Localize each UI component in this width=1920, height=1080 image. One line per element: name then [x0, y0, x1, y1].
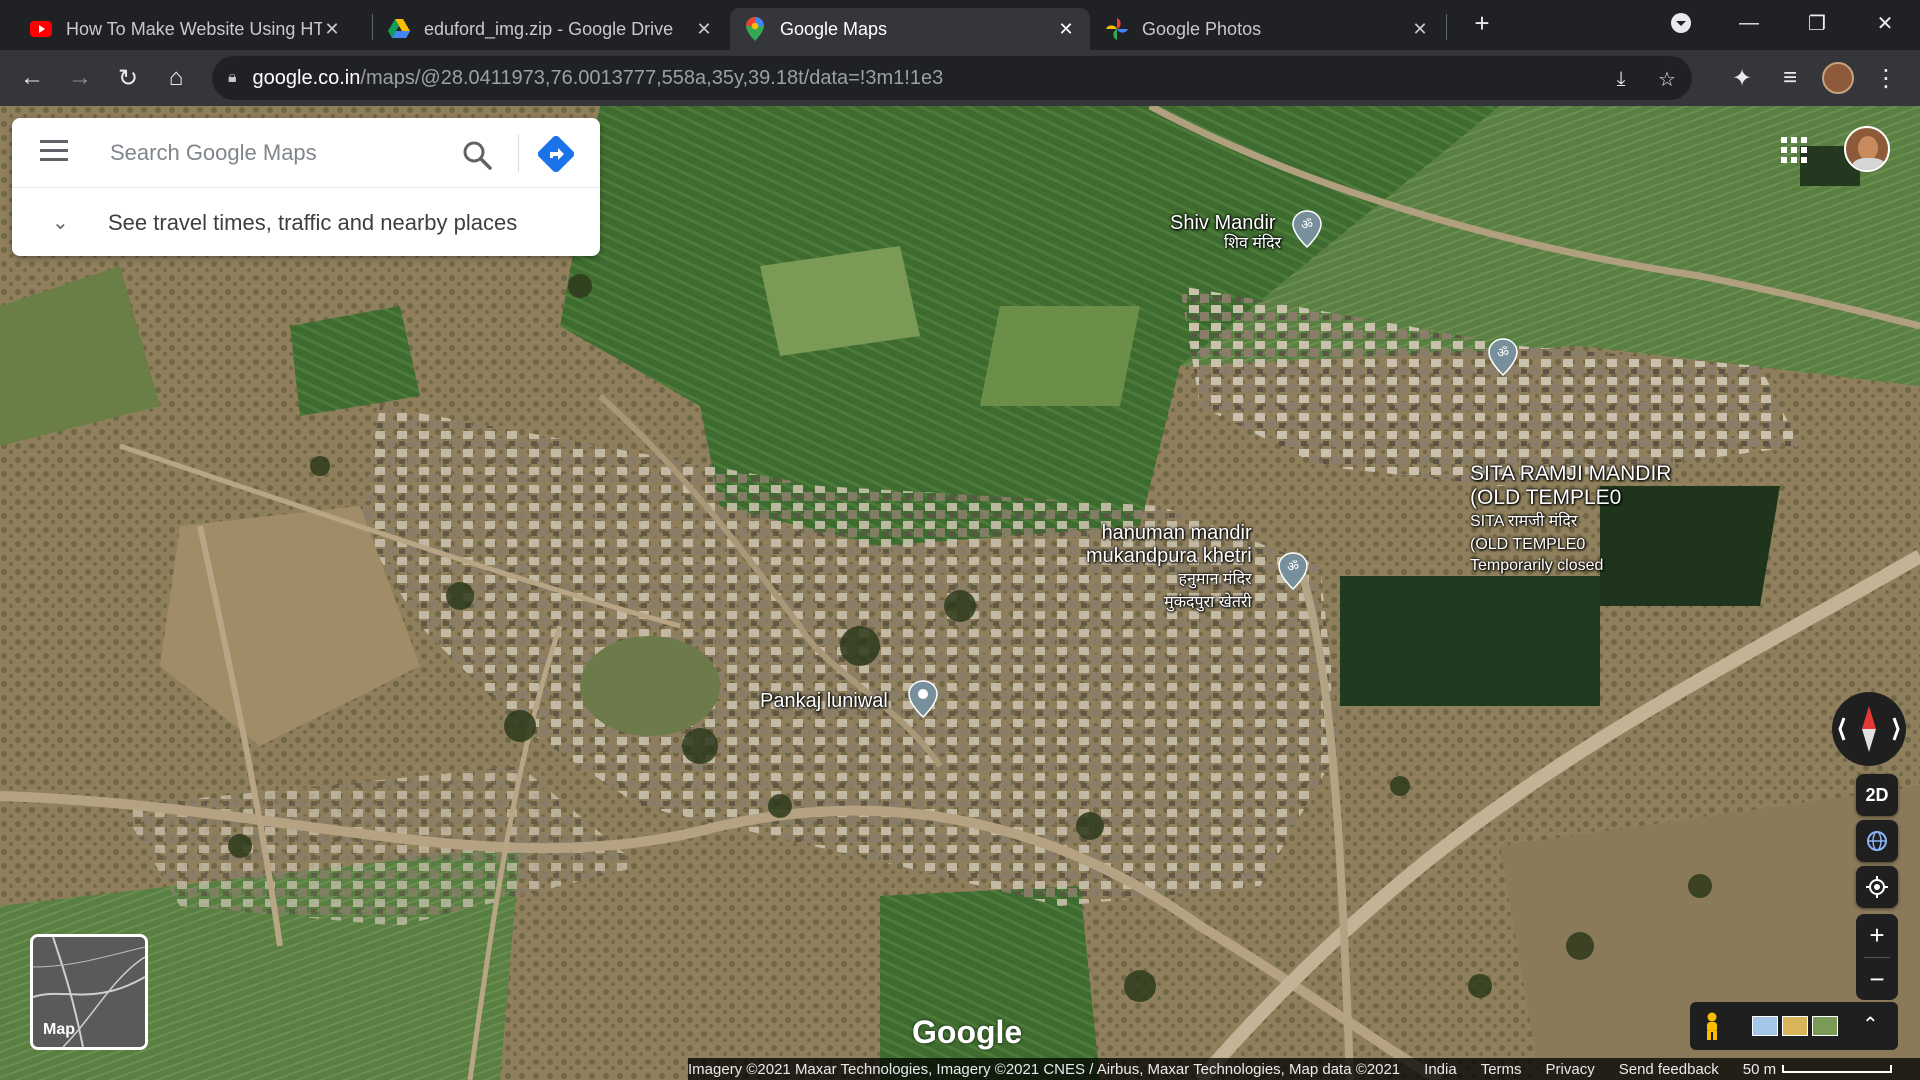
place-local-name: शिव मंदिर — [1224, 235, 1282, 252]
attribution-bar: Imagery ©2021 Maxar Technologies, Imager… — [688, 1058, 1920, 1080]
url-path: /maps/@28.0411973,76.0013777,558a,35y,39… — [360, 66, 944, 89]
country-link[interactable]: India — [1424, 1061, 1457, 1078]
search-icon[interactable] — [460, 138, 494, 172]
svg-text:ॐ: ॐ — [1301, 218, 1313, 233]
hindu-temple-icon[interactable]: ॐ — [1278, 552, 1308, 590]
close-icon[interactable]: ✕ — [1056, 19, 1076, 40]
close-icon[interactable]: ✕ — [1410, 19, 1430, 40]
youtube-icon — [30, 18, 52, 40]
back-button[interactable]: ← — [12, 58, 52, 98]
google-drive-icon — [388, 18, 410, 40]
search-panel: ⌄ See travel times, traffic and nearby p… — [12, 118, 600, 256]
place-name: SITA RAMJI MANDIR (OLD TEMPLE0 — [1470, 462, 1672, 510]
chevron-down-icon — [1671, 13, 1691, 33]
send-feedback-link[interactable]: Send feedback — [1619, 1061, 1719, 1078]
hindu-temple-icon[interactable]: ॐ — [1292, 210, 1322, 248]
google-photos-icon — [1106, 18, 1128, 40]
menu-icon[interactable] — [40, 140, 68, 166]
restore-button[interactable]: ❐ — [1786, 0, 1848, 46]
place-label-shiv-mandir[interactable]: Shiv Mandir शिव मंदिर — [1170, 212, 1281, 253]
profile-avatar[interactable] — [1818, 58, 1858, 98]
lock-icon: 🔒︎ — [228, 69, 237, 86]
tab-google-drive[interactable]: eduford_img.zip - Google Drive ✕ — [374, 8, 728, 50]
layers-tray: ⌃ — [1690, 1002, 1898, 1050]
map-type-toggle[interactable]: Map — [30, 934, 148, 1050]
scale-bar — [1782, 1065, 1893, 1073]
map-canvas[interactable]: ⌄ See travel times, traffic and nearby p… — [0, 106, 1920, 1080]
window-close-button[interactable]: ✕ — [1854, 0, 1916, 46]
search-divider — [518, 134, 519, 172]
nearby-text: See travel times, traffic and nearby pla… — [108, 210, 518, 235]
google-maps-icon — [744, 17, 766, 41]
install-app-icon[interactable]: ⤓ — [1606, 64, 1636, 94]
minimize-button[interactable]: — — [1718, 0, 1780, 46]
zoom-in-button[interactable]: + — [1856, 914, 1898, 957]
compass-icon — [1838, 706, 1900, 752]
tab-title: eduford_img.zip - Google Drive — [424, 18, 674, 39]
bookmark-star-icon[interactable]: ☆ — [1652, 64, 1682, 94]
imagery-attribution: Imagery ©2021 Maxar Technologies, Imager… — [688, 1060, 1401, 1078]
place-status: Temporarily closed — [1470, 556, 1604, 574]
tab-title: How To Make Website Using HTM — [66, 18, 322, 39]
location-pin-icon[interactable] — [908, 680, 938, 718]
hindu-temple-icon[interactable]: ॐ — [1488, 338, 1518, 376]
tab-divider — [1446, 14, 1447, 40]
account-avatar[interactable] — [1844, 126, 1890, 172]
terms-link[interactable]: Terms — [1481, 1061, 1522, 1078]
place-label-pankaj-luniwal[interactable]: Pankaj luniwal — [760, 690, 888, 713]
new-tab-button[interactable]: + — [1452, 0, 1512, 46]
browser-menu-icon[interactable]: ⋮ — [1866, 58, 1906, 98]
reload-button[interactable]: ↻ — [108, 58, 148, 98]
address-bar[interactable]: 🔒︎ google.co.in/maps/@28.0411973,76.0013… — [212, 56, 1692, 100]
search-input[interactable] — [108, 136, 448, 170]
place-name: Shiv Mandir — [1170, 212, 1276, 234]
tab-youtube[interactable]: How To Make Website Using HTM ✕ — [16, 8, 356, 50]
scale-label[interactable]: 50 m — [1743, 1061, 1776, 1078]
compass-control[interactable] — [1832, 692, 1906, 766]
close-icon[interactable]: ✕ — [694, 19, 714, 40]
tab-title: Google Maps — [780, 18, 888, 39]
browser-tab-strip: How To Make Website Using HTM ✕ eduford_… — [0, 0, 1920, 50]
expand-chevron-up-icon[interactable]: ⌃ — [1862, 1012, 1879, 1037]
zoom-out-button[interactable]: − — [1856, 958, 1898, 1000]
tab-title: Google Photos — [1142, 18, 1262, 39]
svg-text:ॐ: ॐ — [1287, 560, 1299, 575]
zoom-controls: + − — [1856, 914, 1898, 1000]
forward-button[interactable]: → — [60, 58, 100, 98]
place-name: hanuman mandir mukandpura khetri — [1086, 522, 1252, 567]
google-logo: Google — [912, 1014, 1023, 1050]
layer-thumb-terrain[interactable] — [1752, 1016, 1778, 1036]
globe-view-button[interactable] — [1856, 820, 1898, 862]
tab-search-button[interactable] — [1650, 0, 1712, 46]
globe-icon — [1867, 831, 1887, 851]
tab-divider — [372, 14, 373, 40]
tab-google-maps[interactable]: Google Maps ✕ — [730, 8, 1090, 50]
google-apps-icon[interactable] — [1780, 136, 1808, 164]
close-icon[interactable]: ✕ — [322, 19, 342, 40]
layer-thumb-traffic[interactable] — [1782, 1016, 1808, 1036]
place-name: Pankaj luniwal — [760, 690, 888, 712]
my-location-button[interactable] — [1856, 866, 1898, 908]
extensions-icon[interactable]: ✦ — [1722, 58, 1762, 98]
tab-google-photos[interactable]: Google Photos ✕ — [1092, 8, 1444, 50]
place-label-hanuman-mandir[interactable]: hanuman mandir mukandpura khetri हनुमान … — [1086, 522, 1252, 614]
nearby-row[interactable]: ⌄ See travel times, traffic and nearby p… — [12, 188, 600, 256]
place-local-name: हनुमान मंदिर मुकंदपुरा खेतरी — [1164, 571, 1252, 612]
browser-toolbar: ← → ↻ ⌂ 🔒︎ google.co.in/maps/@28.0411973… — [0, 50, 1920, 106]
place-local-name: SITA रामजी मंदिर (OLD TEMPLE0 — [1470, 513, 1586, 554]
directions-icon[interactable] — [538, 136, 574, 172]
media-control-icon[interactable]: ≡ — [1770, 58, 1810, 98]
map-type-label: Map — [43, 1021, 75, 1038]
svg-text:ॐ: ॐ — [1497, 346, 1509, 361]
view-mode-2d-button[interactable]: 2D — [1856, 774, 1898, 816]
url-host: google.co.in — [252, 66, 361, 89]
layer-thumb-satellite[interactable] — [1812, 1016, 1838, 1036]
search-box — [12, 118, 600, 188]
pegman-icon[interactable] — [1702, 1012, 1722, 1040]
chevron-down-icon: ⌄ — [52, 212, 69, 234]
place-label-sita-ramji-mandir[interactable]: SITA RAMJI MANDIR (OLD TEMPLE0 SITA रामज… — [1470, 462, 1671, 575]
privacy-link[interactable]: Privacy — [1546, 1061, 1595, 1078]
home-button[interactable]: ⌂ — [156, 58, 196, 98]
my-location-icon — [1866, 876, 1888, 898]
